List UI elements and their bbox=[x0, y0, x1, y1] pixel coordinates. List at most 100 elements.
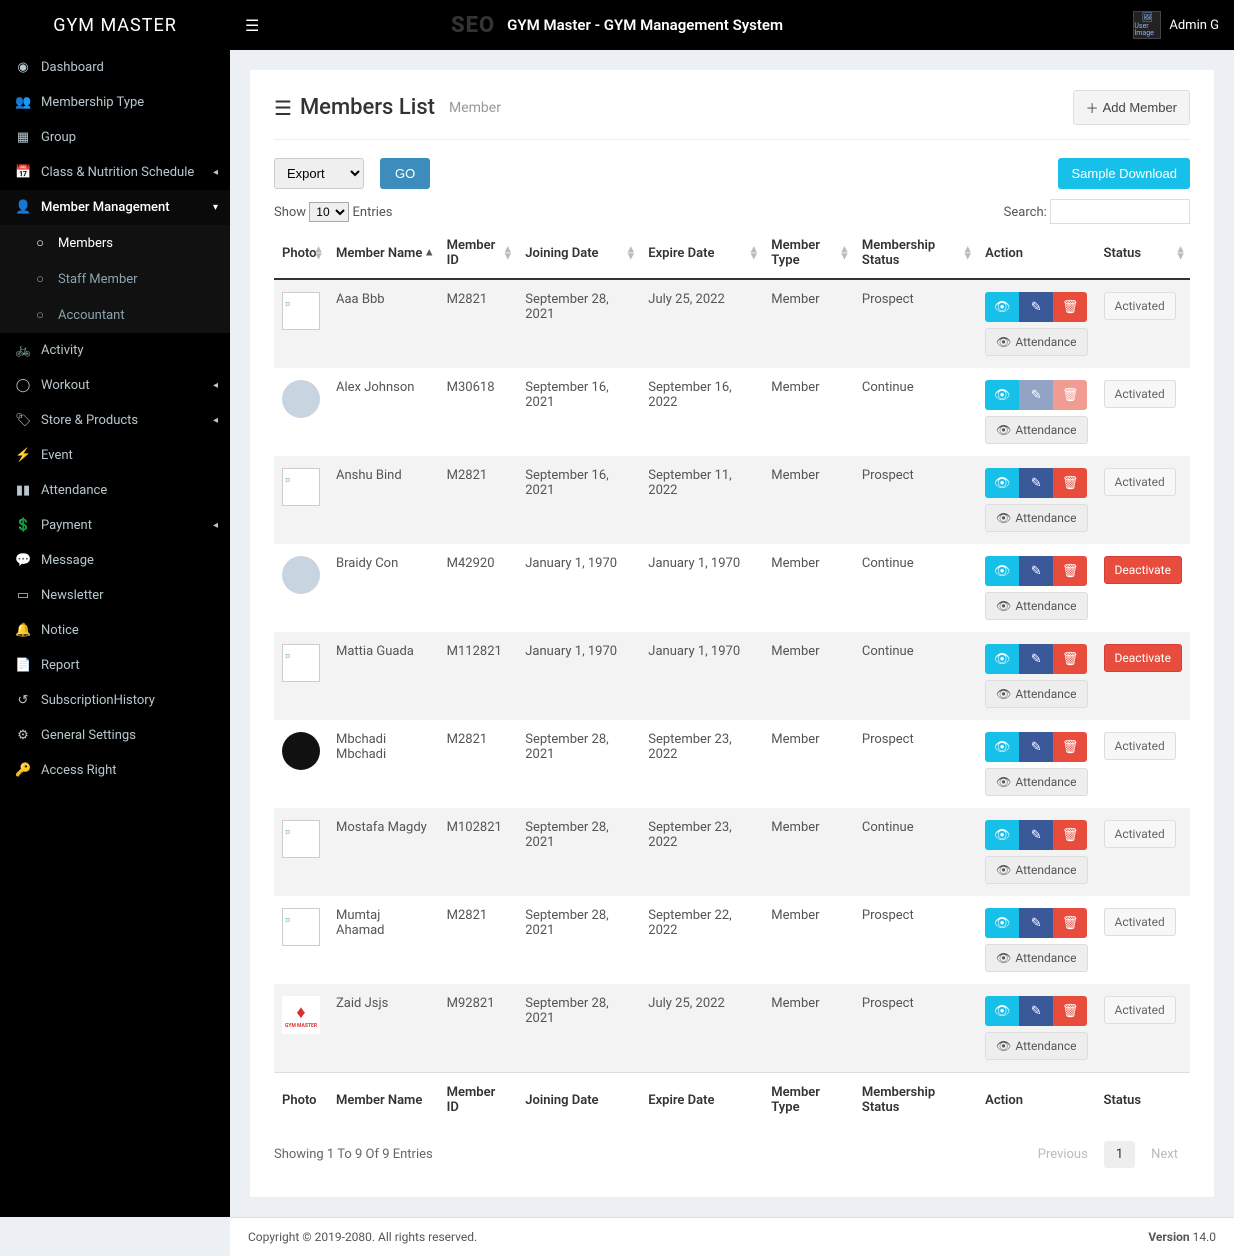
sidebar-item-member-management[interactable]: 👤Member Management▾ bbox=[0, 190, 230, 225]
trash-button[interactable]: 🗑 bbox=[1053, 996, 1087, 1026]
eye-button[interactable]: 👁 bbox=[985, 468, 1019, 498]
cell-type: Member bbox=[763, 368, 854, 456]
eye-icon: 👁 bbox=[996, 951, 1011, 965]
sample-download-button[interactable]: Sample Download bbox=[1058, 158, 1190, 189]
sidebar-item-group[interactable]: ▦Group bbox=[0, 120, 230, 155]
export-select[interactable]: Export bbox=[274, 158, 364, 189]
trash-button[interactable]: 🗑 bbox=[1053, 644, 1087, 674]
edit-button[interactable]: ✎ bbox=[1019, 380, 1053, 410]
attendance-button[interactable]: 👁Attendance bbox=[985, 1032, 1087, 1060]
trash-button[interactable]: 🗑 bbox=[1053, 820, 1087, 850]
eye-button[interactable]: 👁 bbox=[985, 996, 1019, 1026]
col-expire-date[interactable]: Expire Date▲▼ bbox=[640, 228, 763, 279]
col-membership-status[interactable]: Membership Status▲▼ bbox=[854, 228, 977, 279]
edit-button[interactable]: ✎ bbox=[1019, 908, 1053, 938]
sidebar-item-subscriptionhistory[interactable]: ↺SubscriptionHistory bbox=[0, 683, 230, 718]
sidebar-item-workout[interactable]: ◯Workout◂ bbox=[0, 368, 230, 403]
sidebar-toggle-icon[interactable]: ☰ bbox=[245, 16, 259, 35]
eye-button[interactable]: 👁 bbox=[985, 908, 1019, 938]
eye-button[interactable]: 👁 bbox=[985, 556, 1019, 586]
attendance-button[interactable]: 👁Attendance bbox=[985, 328, 1087, 356]
col-status[interactable]: Status▲▼ bbox=[1096, 228, 1190, 279]
cell-join: September 28, 2021 bbox=[517, 279, 640, 368]
status-button[interactable]: Deactivate bbox=[1104, 644, 1182, 672]
trash-button[interactable]: 🗑 bbox=[1053, 292, 1087, 322]
sidebar-item-membership-type[interactable]: 👥Membership Type bbox=[0, 85, 230, 120]
status-button[interactable]: Activated bbox=[1104, 908, 1176, 936]
page-1[interactable]: 1 bbox=[1104, 1141, 1135, 1168]
attendance-button[interactable]: 👁Attendance bbox=[985, 592, 1087, 620]
sidebar-item-newsletter[interactable]: ▭Newsletter bbox=[0, 578, 230, 613]
sidebar-item-members[interactable]: ○Members bbox=[0, 225, 230, 261]
sidebar-item-notice[interactable]: 🔔Notice bbox=[0, 613, 230, 648]
attendance-button[interactable]: 👁Attendance bbox=[985, 416, 1087, 444]
attendance-button[interactable]: 👁Attendance bbox=[985, 856, 1087, 884]
sort-icon: ▲▼ bbox=[962, 246, 973, 259]
eye-button[interactable]: 👁 bbox=[985, 380, 1019, 410]
user-menu[interactable]: 🖼 User Image Admin G bbox=[1133, 11, 1219, 39]
add-member-button[interactable]: ＋ Add Member bbox=[1073, 90, 1190, 125]
sidebar-item-class-nutrition-schedule[interactable]: 📅Class & Nutrition Schedule◂ bbox=[0, 155, 230, 190]
status-button[interactable]: Activated bbox=[1104, 380, 1176, 408]
status-button[interactable]: Deactivate bbox=[1104, 556, 1182, 584]
status-button[interactable]: Activated bbox=[1104, 468, 1176, 496]
eye-button[interactable]: 👁 bbox=[985, 292, 1019, 322]
col-joining-date[interactable]: Joining Date▲▼ bbox=[517, 228, 640, 279]
entries-select[interactable]: 10 bbox=[309, 202, 349, 222]
attendance-button[interactable]: 👁Attendance bbox=[985, 680, 1087, 708]
attendance-button[interactable]: 👁Attendance bbox=[985, 504, 1087, 532]
status-button[interactable]: Activated bbox=[1104, 820, 1176, 848]
edit-button[interactable]: ✎ bbox=[1019, 996, 1053, 1026]
trash-button[interactable]: 🗑 bbox=[1053, 380, 1087, 410]
sidebar-item-activity[interactable]: 🚲Activity bbox=[0, 333, 230, 368]
members-table: Photo▲▼Member Name▲Member ID▲▼Joining Da… bbox=[274, 228, 1190, 1127]
chevron-left-icon: ◂ bbox=[213, 520, 218, 531]
edit-button[interactable]: ✎ bbox=[1019, 556, 1053, 586]
col-photo[interactable]: Photo▲▼ bbox=[274, 228, 328, 279]
attendance-button[interactable]: 👁Attendance bbox=[985, 768, 1087, 796]
eye-button[interactable]: 👁 bbox=[985, 820, 1019, 850]
sidebar-item-label: Access Right bbox=[41, 763, 117, 778]
attendance-button[interactable]: 👁Attendance bbox=[985, 944, 1087, 972]
edit-button[interactable]: ✎ bbox=[1019, 820, 1053, 850]
sidebar-item-staff-member[interactable]: ○Staff Member bbox=[0, 261, 230, 297]
status-button[interactable]: Activated bbox=[1104, 732, 1176, 760]
status-button[interactable]: Activated bbox=[1104, 996, 1176, 1024]
cell-action: 👁✎🗑 👁Attendance bbox=[977, 544, 1095, 632]
trash-button[interactable]: 🗑 bbox=[1053, 908, 1087, 938]
edit-button[interactable]: ✎ bbox=[1019, 644, 1053, 674]
seo-logo: SEO bbox=[451, 13, 495, 38]
sidebar-item-access-right[interactable]: 🔑Access Right bbox=[0, 753, 230, 788]
col-member-name[interactable]: Member Name▲ bbox=[328, 228, 439, 279]
col-member-id[interactable]: Member ID▲▼ bbox=[439, 228, 518, 279]
footer-col: Joining Date bbox=[517, 1073, 640, 1128]
eye-button[interactable]: 👁 bbox=[985, 732, 1019, 762]
sidebar-item-message[interactable]: 💬Message bbox=[0, 543, 230, 578]
prev-page[interactable]: Previous bbox=[1026, 1141, 1100, 1168]
bike-icon: 🚲 bbox=[15, 343, 31, 358]
edit-button[interactable]: ✎ bbox=[1019, 732, 1053, 762]
trash-button[interactable]: 🗑 bbox=[1053, 556, 1087, 586]
cell-status: Activated bbox=[1096, 279, 1190, 368]
col-member-type[interactable]: Member Type▲▼ bbox=[763, 228, 854, 279]
sidebar-item-event[interactable]: ⚡Event bbox=[0, 438, 230, 473]
sidebar-item-payment[interactable]: 💲Payment◂ bbox=[0, 508, 230, 543]
next-page[interactable]: Next bbox=[1139, 1141, 1190, 1168]
sidebar-item-dashboard[interactable]: ◉Dashboard bbox=[0, 50, 230, 85]
col-action[interactable]: Action bbox=[977, 228, 1095, 279]
sidebar-item-store-products[interactable]: 🏷Store & Products◂ bbox=[0, 403, 230, 438]
trash-button[interactable]: 🗑 bbox=[1053, 732, 1087, 762]
edit-button[interactable]: ✎ bbox=[1019, 292, 1053, 322]
brand-logo[interactable]: GYM MASTER bbox=[0, 15, 230, 36]
search-input[interactable] bbox=[1050, 199, 1190, 224]
sidebar-item-attendance[interactable]: ▮▮Attendance bbox=[0, 473, 230, 508]
sidebar-item-accountant[interactable]: ○Accountant bbox=[0, 297, 230, 333]
trash-button[interactable]: 🗑 bbox=[1053, 468, 1087, 498]
sidebar-item-report[interactable]: 📄Report bbox=[0, 648, 230, 683]
go-button[interactable]: GO bbox=[380, 158, 430, 189]
eye-button[interactable]: 👁 bbox=[985, 644, 1019, 674]
edit-button[interactable]: ✎ bbox=[1019, 468, 1053, 498]
tag-icon: 🏷 bbox=[15, 413, 31, 428]
sidebar-item-general-settings[interactable]: ⚙General Settings bbox=[0, 718, 230, 753]
status-button[interactable]: Activated bbox=[1104, 292, 1176, 320]
